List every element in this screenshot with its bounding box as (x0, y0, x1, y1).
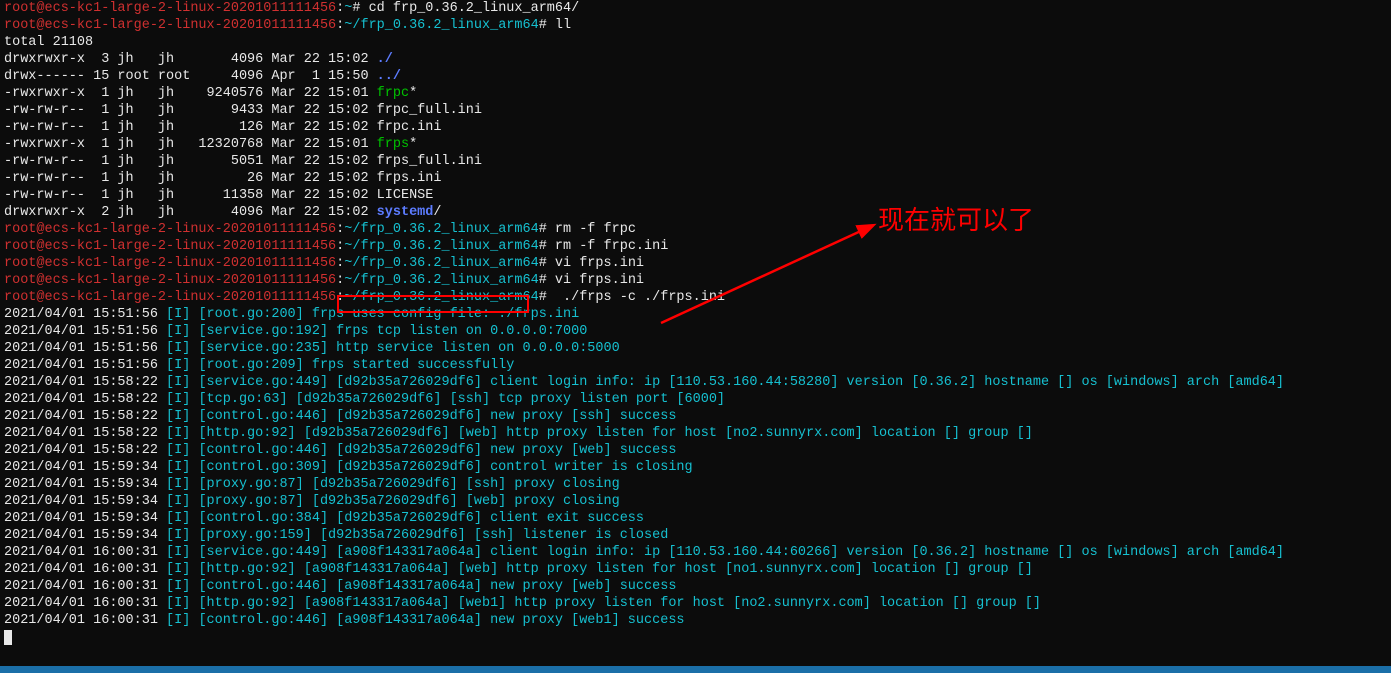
terminal-line: 2021/04/01 16:00:31 [I] [control.go:446]… (4, 612, 1387, 629)
terminal-line: 2021/04/01 15:59:34 [I] [proxy.go:159] [… (4, 527, 1387, 544)
terminal-line (4, 629, 1387, 646)
terminal-line: root@ecs-kc1-large-2-linux-2020101111145… (4, 255, 1387, 272)
terminal-line: 2021/04/01 16:00:31 [I] [service.go:449]… (4, 544, 1387, 561)
terminal-line: -rw-rw-r-- 1 jh jh 5051 Mar 22 15:02 frp… (4, 153, 1387, 170)
terminal-line: root@ecs-kc1-large-2-linux-2020101111145… (4, 0, 1387, 17)
terminal-line: 2021/04/01 15:58:22 [I] [control.go:446]… (4, 408, 1387, 425)
terminal-line: root@ecs-kc1-large-2-linux-2020101111145… (4, 272, 1387, 289)
terminal-line: 2021/04/01 15:58:22 [I] [tcp.go:63] [d92… (4, 391, 1387, 408)
terminal-line: root@ecs-kc1-large-2-linux-2020101111145… (4, 238, 1387, 255)
terminal-line: -rwxrwxr-x 1 jh jh 9240576 Mar 22 15:01 … (4, 85, 1387, 102)
terminal-line: 2021/04/01 16:00:31 [I] [control.go:446]… (4, 578, 1387, 595)
terminal-line: 2021/04/01 15:51:56 [I] [root.go:209] fr… (4, 357, 1387, 374)
terminal-line: -rwxrwxr-x 1 jh jh 12320768 Mar 22 15:01… (4, 136, 1387, 153)
terminal-line: total 21108 (4, 34, 1387, 51)
terminal-line: root@ecs-kc1-large-2-linux-2020101111145… (4, 17, 1387, 34)
terminal-output[interactable]: root@ecs-kc1-large-2-linux-2020101111145… (4, 0, 1387, 646)
terminal-line: 2021/04/01 15:58:22 [I] [control.go:446]… (4, 442, 1387, 459)
terminal-line: drwxrwxr-x 2 jh jh 4096 Mar 22 15:02 sys… (4, 204, 1387, 221)
terminal-line: 2021/04/01 15:59:34 [I] [control.go:309]… (4, 459, 1387, 476)
terminal-line: 2021/04/01 15:51:56 [I] [service.go:192]… (4, 323, 1387, 340)
terminal-line: 2021/04/01 16:00:31 [I] [http.go:92] [a9… (4, 595, 1387, 612)
terminal-line: root@ecs-kc1-large-2-linux-2020101111145… (4, 289, 1387, 306)
terminal-line: 2021/04/01 15:58:22 [I] [http.go:92] [d9… (4, 425, 1387, 442)
terminal-line: 2021/04/01 15:51:56 [I] [root.go:200] fr… (4, 306, 1387, 323)
terminal-line: -rw-rw-r-- 1 jh jh 9433 Mar 22 15:02 frp… (4, 102, 1387, 119)
terminal-line: 2021/04/01 16:00:31 [I] [http.go:92] [a9… (4, 561, 1387, 578)
terminal-line: -rw-rw-r-- 1 jh jh 26 Mar 22 15:02 frps.… (4, 170, 1387, 187)
terminal-line: root@ecs-kc1-large-2-linux-2020101111145… (4, 221, 1387, 238)
bottom-bar (0, 666, 1391, 673)
terminal-line: -rw-rw-r-- 1 jh jh 11358 Mar 22 15:02 LI… (4, 187, 1387, 204)
terminal-line: -rw-rw-r-- 1 jh jh 126 Mar 22 15:02 frpc… (4, 119, 1387, 136)
terminal-line: 2021/04/01 15:59:34 [I] [proxy.go:87] [d… (4, 493, 1387, 510)
terminal-line: 2021/04/01 15:51:56 [I] [service.go:235]… (4, 340, 1387, 357)
terminal-line: 2021/04/01 15:59:34 [I] [proxy.go:87] [d… (4, 476, 1387, 493)
terminal-line: 2021/04/01 15:58:22 [I] [service.go:449]… (4, 374, 1387, 391)
terminal-line: drwx------ 15 root root 4096 Apr 1 15:50… (4, 68, 1387, 85)
terminal-line: 2021/04/01 15:59:34 [I] [control.go:384]… (4, 510, 1387, 527)
terminal-line: drwxrwxr-x 3 jh jh 4096 Mar 22 15:02 ./ (4, 51, 1387, 68)
cursor (4, 630, 12, 645)
